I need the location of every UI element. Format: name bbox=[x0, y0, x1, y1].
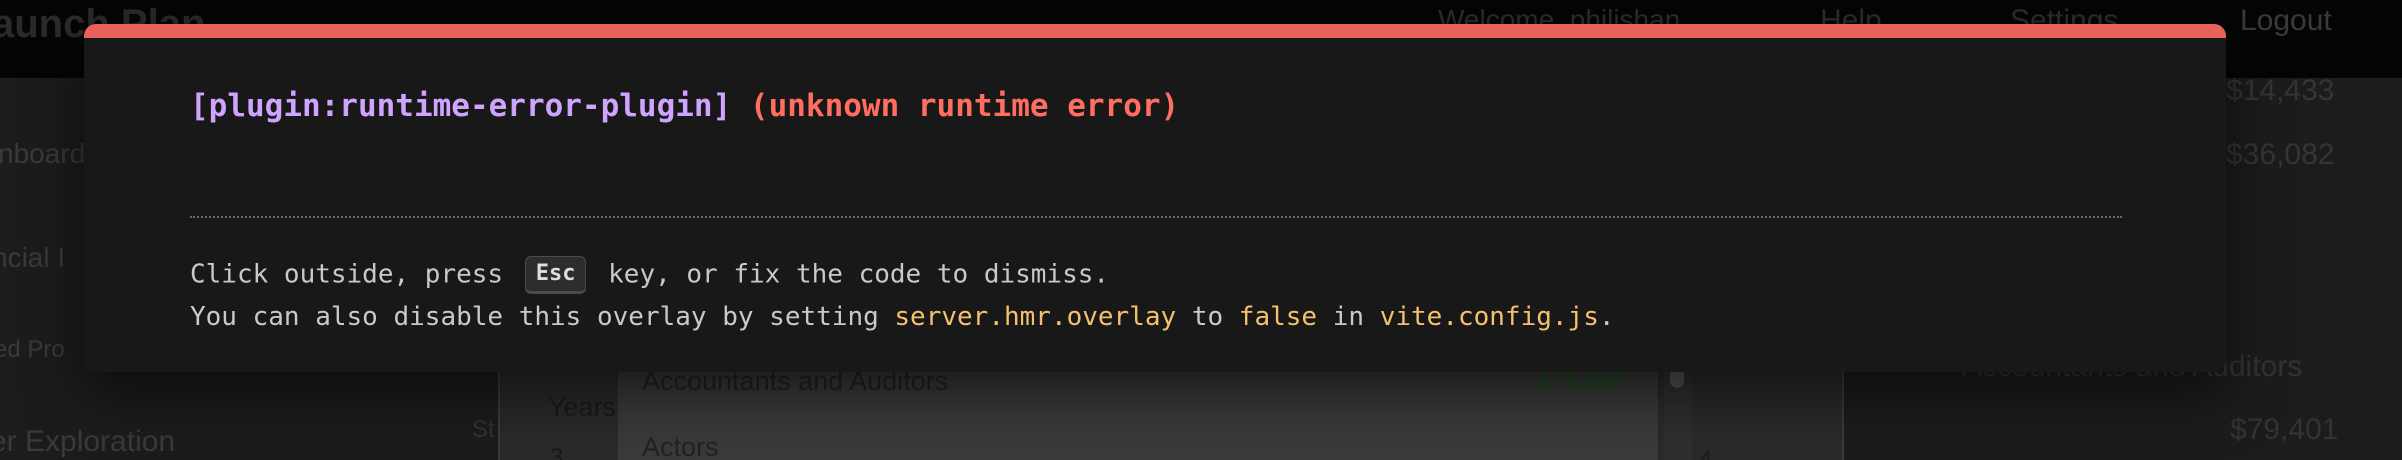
list-item-salary: $79,880 bbox=[1538, 368, 1625, 395]
tip-text: to bbox=[1176, 302, 1239, 332]
disable-overlay-tip: You can also disable this overlay by set… bbox=[190, 302, 1615, 332]
summary-value: $14,433 bbox=[2226, 74, 2335, 107]
sidebar-item-projections[interactable]: ed Pro bbox=[0, 336, 65, 364]
tip-text: . bbox=[1598, 302, 1615, 332]
dismiss-tip: Click outside, press Esc key, or fix the… bbox=[190, 256, 1109, 294]
list-item[interactable]: Actors bbox=[642, 432, 719, 460]
page: aunch Plan Welcome, philishan Help Setti… bbox=[0, 0, 2402, 460]
tip-text: You can also disable this overlay by set… bbox=[190, 302, 895, 332]
selected-career-salary: $79,401 bbox=[2230, 413, 2339, 446]
config-key: server.hmr.overlay bbox=[894, 302, 1177, 332]
panel-side-value: 4 bbox=[1700, 446, 1713, 460]
tip-text: key, or fix the code to dismiss. bbox=[592, 259, 1110, 290]
divider bbox=[190, 216, 2122, 218]
plugin-name: [plugin:runtime-error-plugin] bbox=[190, 88, 732, 124]
config-value: false bbox=[1238, 302, 1318, 332]
years-value: 3 bbox=[550, 444, 564, 460]
sidebar-item-dashboard[interactable]: nboard bbox=[0, 138, 85, 170]
error-overlay[interactable]: [plugin:runtime-error-plugin] (unknown r… bbox=[84, 24, 2226, 372]
years-label: Years bbox=[548, 392, 617, 422]
esc-key: Esc bbox=[524, 256, 587, 294]
error-text: (unknown runtime error) bbox=[749, 88, 1180, 124]
sidebar-item-financial[interactable]: ncial I bbox=[0, 242, 65, 274]
error-message: [plugin:runtime-error-plugin] (unknown r… bbox=[190, 88, 1179, 124]
config-file: vite.config.js bbox=[1379, 302, 1599, 332]
sidebar-item-career-exploration[interactable]: er Exploration bbox=[0, 425, 175, 459]
tip-text: Click outside, press bbox=[190, 259, 519, 290]
summary-value: $36,082 bbox=[2226, 138, 2335, 171]
panel-side-label: St bbox=[472, 416, 495, 443]
logout-link[interactable]: Logout bbox=[2240, 4, 2332, 38]
tip-text: in bbox=[1317, 302, 1380, 332]
